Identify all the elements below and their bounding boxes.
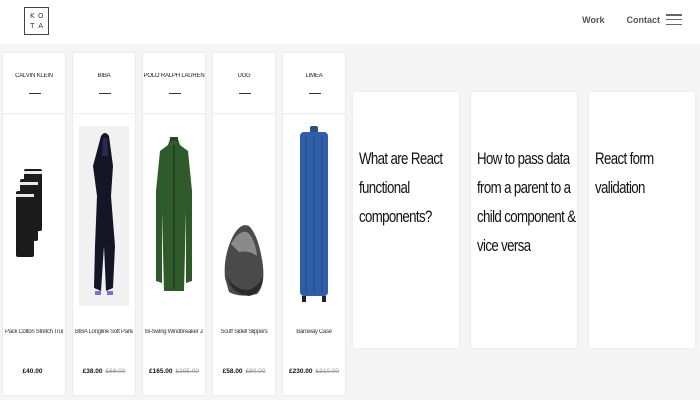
product-image-jacket[interactable] xyxy=(149,121,199,311)
product-list: CALVIN KLEIN Pack Cotton Stretch Trunks … xyxy=(2,52,352,396)
card-divider xyxy=(143,113,205,114)
brand-underline xyxy=(309,93,321,94)
product-old-price: £68.00 xyxy=(105,368,126,375)
product-prices: £58.00 £80.00 xyxy=(213,368,275,375)
blog-title[interactable]: React form validation xyxy=(595,144,700,202)
card-divider xyxy=(73,113,135,114)
blog-title[interactable]: How to pass data from a parent to a chil… xyxy=(477,144,583,260)
product-brand: UGG xyxy=(237,73,251,79)
nav-work-link[interactable]: Work xyxy=(582,15,604,25)
product-name: BIBA Longline Soft Parka xyxy=(75,329,133,335)
product-brand: POLO RALPH LAUREN xyxy=(143,73,205,79)
main-nav: Work Contact xyxy=(582,14,682,25)
product-card[interactable]: POLO RALPH LAUREN Bi-Swing Windbreaker J… xyxy=(142,52,206,396)
product-card[interactable]: UGG Scuff Sidell Slippers £58.00 £80.00 xyxy=(212,52,276,396)
product-price: £58.00 xyxy=(222,368,243,375)
card-divider xyxy=(283,113,345,114)
card-divider xyxy=(213,113,275,114)
product-name: Bi-Swing Windbreaker Jacket xyxy=(145,329,203,335)
product-old-price: £195.00 xyxy=(175,368,200,375)
product-prices: £40.00 xyxy=(3,368,65,375)
product-name: Scuff Sidell Slippers xyxy=(220,329,268,335)
blog-card[interactable]: React form validation xyxy=(589,92,695,348)
nav-contact-link[interactable]: Contact xyxy=(627,15,661,25)
blog-title[interactable]: What are React functional components? xyxy=(359,144,465,231)
product-price: £230.00 xyxy=(289,368,313,375)
product-image-trunks[interactable] xyxy=(9,121,59,311)
brand-underline xyxy=(29,93,41,94)
site-header: K O T A Work Contact xyxy=(0,0,700,44)
product-image-parka[interactable] xyxy=(79,121,129,311)
product-brand: BIBA xyxy=(97,73,111,79)
logo-letter: O xyxy=(37,12,44,20)
logo-letter: K xyxy=(29,12,35,20)
hamburger-icon[interactable] xyxy=(666,14,682,25)
product-prices: £165.00 £195.00 xyxy=(143,368,205,375)
product-price: £40.00 xyxy=(22,368,43,375)
blog-card[interactable]: What are React functional components? xyxy=(353,92,459,348)
logo-letter: T xyxy=(30,22,35,30)
product-card[interactable]: BIBA BIBA Longline Soft Parka £38.00 £68.… xyxy=(72,52,136,396)
product-brand: CALVIN KLEIN xyxy=(15,73,53,79)
product-old-price: £310.00 xyxy=(315,368,340,375)
product-name: Pack Cotton Stretch Trunks xyxy=(5,329,63,335)
blog-card[interactable]: How to pass data from a parent to a chil… xyxy=(471,92,577,348)
product-brand: LIMEA xyxy=(305,73,323,79)
brand-underline xyxy=(169,93,181,94)
product-price: £165.00 xyxy=(149,368,173,375)
kota-logo[interactable]: K O T A xyxy=(24,7,49,35)
product-prices: £230.00 £310.00 xyxy=(283,368,345,375)
product-card[interactable]: LIMEA Baroway Case £230.00 £310.00 xyxy=(282,52,346,396)
brand-underline xyxy=(239,93,251,94)
logo-letter: A xyxy=(38,22,44,30)
product-card[interactable]: CALVIN KLEIN Pack Cotton Stretch Trunks … xyxy=(2,52,66,396)
product-old-price: £80.00 xyxy=(245,368,266,375)
product-prices: £38.00 £68.00 xyxy=(73,368,135,375)
brand-underline xyxy=(99,93,111,94)
card-divider xyxy=(3,113,65,114)
product-name: Baroway Case xyxy=(296,329,332,335)
product-image-slipper[interactable] xyxy=(219,121,269,311)
product-image-suitcase[interactable] xyxy=(289,121,339,311)
product-price: £38.00 xyxy=(82,368,103,375)
